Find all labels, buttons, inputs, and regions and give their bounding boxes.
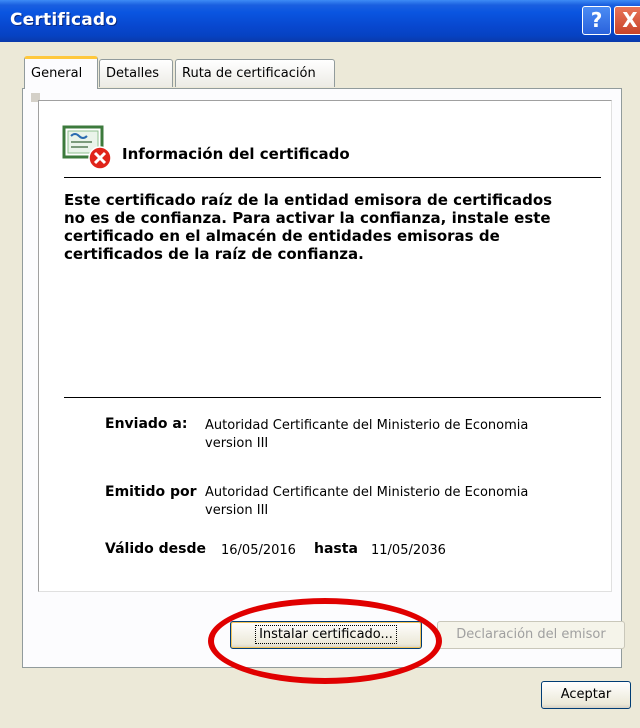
issuer-statement-button[interactable]: Declaración del emisor [437, 621, 625, 649]
tab-general[interactable]: General [24, 56, 98, 89]
issued-to-line: Autoridad Certificante del Ministerio de… [205, 418, 529, 433]
warning-line: certificados de la raíz de confianza. [64, 245, 364, 263]
issued-by-label: Emitido por [105, 484, 197, 500]
valid-from-label: Válido desde [105, 541, 206, 557]
warning-line: certificado en el almacén de entidades e… [64, 227, 500, 245]
tab-ruta-de-certificacion[interactable]: Ruta de certificación [175, 59, 335, 87]
warning-line: Este certificado raíz de la entidad emis… [64, 191, 553, 209]
tab-detalles[interactable]: Detalles [99, 59, 173, 87]
error-x-icon [88, 146, 112, 170]
install-certificate-label: Instalar certificado... [255, 625, 397, 644]
divider-top [64, 177, 601, 178]
window-title: Certificado [10, 10, 118, 30]
warning-line: no es de confianza. Para activar la conf… [64, 209, 551, 227]
valid-to-value: 11/05/2036 [371, 543, 446, 558]
certificate-icon [62, 125, 112, 170]
issued-to-line: version III [205, 436, 269, 451]
title-bar[interactable]: Certificado ? X [0, 0, 640, 42]
info-title: Información del certificado [122, 145, 350, 163]
issued-by-line: Autoridad Certificante del Ministerio de… [205, 485, 529, 500]
issued-to-label: Enviado a: [105, 416, 188, 432]
ok-button[interactable]: Aceptar [541, 681, 631, 709]
issued-by-line: version III [205, 503, 269, 518]
divider-bottom [64, 397, 601, 398]
trust-warning-text: Este certificado raíz de la entidad emis… [64, 191, 594, 263]
issued-to-value: Autoridad Certificante del Ministerio de… [205, 417, 528, 453]
install-certificate-button[interactable]: Instalar certificado... [230, 621, 422, 649]
close-icon[interactable]: X [614, 6, 640, 35]
issued-by-value: Autoridad Certificante del Ministerio de… [205, 484, 528, 520]
valid-to-label: hasta [314, 541, 358, 557]
help-icon[interactable]: ? [582, 6, 611, 35]
valid-from-value: 16/05/2016 [221, 543, 296, 558]
certificate-dialog: Certificado ? X General Detalles Ruta de… [0, 0, 640, 728]
